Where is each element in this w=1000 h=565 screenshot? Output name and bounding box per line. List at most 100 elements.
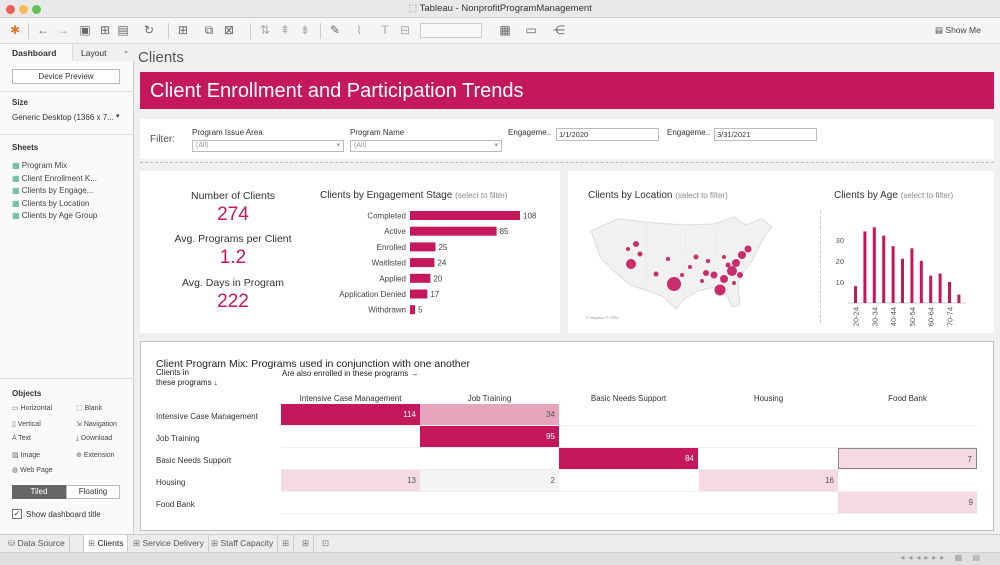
location-bubble[interactable] <box>738 251 746 259</box>
matrix-cell[interactable]: 34 <box>420 404 559 425</box>
location-bubble[interactable] <box>626 259 636 269</box>
tab-layout[interactable]: Layout ⌄ <box>72 44 134 61</box>
location-bubble[interactable] <box>737 272 743 278</box>
age-bar[interactable] <box>882 235 886 303</box>
engagement-bar[interactable] <box>410 305 416 315</box>
new-story-tab-icon[interactable]: ⊡ <box>318 535 333 552</box>
show-title-checkbox[interactable]: ✓ <box>12 509 22 519</box>
labels-icon[interactable]: T <box>378 23 392 37</box>
pause-updates-icon[interactable]: ▤ <box>116 23 130 37</box>
engagement-bar[interactable] <box>410 289 428 299</box>
age-bar[interactable] <box>872 227 876 303</box>
engagement-bar[interactable] <box>410 258 435 268</box>
object-item[interactable]: ▯ Vertical <box>12 420 41 428</box>
matrix-cell[interactable]: 95 <box>420 426 559 447</box>
new-worksheet-tab-icon[interactable]: ⊞ <box>278 535 295 552</box>
fit-dropdown[interactable] <box>420 23 482 38</box>
location-bubble[interactable] <box>700 279 704 283</box>
us-location-map[interactable]: © Mapbox © OSM <box>586 209 786 321</box>
location-bubble[interactable] <box>653 271 659 277</box>
engagement-bar[interactable] <box>410 211 520 220</box>
tab-service-delivery[interactable]: ⊞ Service Delivery <box>129 535 209 552</box>
sheet-item[interactable]: ▦ Clients by Engage... <box>12 186 93 195</box>
tab-clients[interactable]: ⊞ Clients <box>83 535 129 552</box>
tab-navigation-icons[interactable]: ◂◂◂▸▸▸ ▦ ▤ <box>900 553 984 562</box>
age-bar[interactable] <box>929 275 933 303</box>
object-item[interactable]: A Text <box>12 435 31 442</box>
engagement-end-input[interactable]: 3/31/2021 <box>714 128 817 141</box>
age-bar[interactable] <box>938 273 942 303</box>
matrix-cell[interactable]: 13 <box>281 470 420 491</box>
age-bar[interactable] <box>919 260 923 303</box>
sheet-item[interactable]: ▦ Program Mix <box>12 161 67 170</box>
location-bubble[interactable] <box>710 271 718 279</box>
engagement-bar[interactable] <box>410 226 497 236</box>
age-bar[interactable] <box>948 281 951 303</box>
location-bubble[interactable] <box>703 270 709 276</box>
location-bubble[interactable] <box>680 273 684 277</box>
floating-button[interactable]: Floating <box>66 485 120 499</box>
program-name-dropdown[interactable]: (All) ▾ <box>350 140 502 152</box>
forward-icon[interactable]: → <box>56 23 70 37</box>
tab-dashboard[interactable]: Dashboard <box>12 48 56 58</box>
object-item[interactable]: ◍ Web Page <box>12 466 53 474</box>
sheet-item[interactable]: ▦ Clients by Age Group <box>12 211 97 220</box>
age-bar[interactable] <box>957 294 961 303</box>
location-bubble[interactable] <box>714 284 726 296</box>
object-item[interactable]: ⬚ Blank <box>76 404 102 412</box>
matrix-cell[interactable]: 2 <box>420 470 559 491</box>
engagement-bar[interactable] <box>410 242 436 252</box>
presentation-icon[interactable]: ▭ <box>524 23 538 37</box>
fix-axes-icon[interactable]: ⊟ <box>398 23 412 37</box>
matrix-cell[interactable]: 9 <box>838 492 977 513</box>
new-worksheet-icon[interactable]: ⊞ <box>176 23 190 37</box>
clear-sheet-icon[interactable]: ⊠ <box>222 23 236 37</box>
age-bar[interactable] <box>891 246 895 303</box>
location-bubble[interactable] <box>732 281 736 285</box>
age-bar[interactable] <box>854 286 857 303</box>
issue-area-dropdown[interactable]: (All) ▾ <box>192 140 344 152</box>
location-bubble[interactable] <box>725 262 731 268</box>
matrix-cell[interactable]: 16 <box>699 470 838 491</box>
location-bubble[interactable] <box>688 265 692 269</box>
new-data-source-icon[interactable]: ⊞ <box>98 23 112 37</box>
location-bubble[interactable] <box>732 259 740 267</box>
location-bubble[interactable] <box>667 277 681 291</box>
tab-staff-capacity[interactable]: ⊞ Staff Capacity <box>207 535 279 552</box>
sheet-item[interactable]: ▦ Clients by Location <box>12 199 89 208</box>
engagement-start-input[interactable]: 1/1/2020 <box>556 128 659 141</box>
object-item[interactable]: ⤓ Download <box>76 435 112 443</box>
age-group-chart[interactable]: 10 20 30 20-24 30-34 40-44 50-54 60-64 70-74 <box>830 207 980 329</box>
location-bubble[interactable] <box>633 241 639 247</box>
matrix-cell[interactable]: 7 <box>838 448 977 469</box>
highlight-icon[interactable]: ✎ <box>328 23 342 37</box>
duplicate-icon[interactable]: ⧉ <box>202 23 216 37</box>
object-item[interactable]: ⊕ Extension <box>76 451 115 459</box>
save-icon[interactable]: ▣ <box>78 23 92 37</box>
location-bubble[interactable] <box>727 266 737 276</box>
group-icon[interactable]: ⌇ <box>352 23 366 37</box>
device-preview-button[interactable]: Device Preview <box>12 69 120 84</box>
engagement-stage-chart[interactable]: Completed 108 Active 85 Enrolled 25 Waitlisted… <box>320 207 540 325</box>
location-bubble[interactable] <box>626 247 630 251</box>
matrix-cell[interactable]: 114 <box>281 404 420 425</box>
show-me-button[interactable]: ▤ Show Me <box>935 25 981 36</box>
back-icon[interactable]: ← <box>36 23 50 37</box>
size-dropdown[interactable]: Generic Desktop (1366 x 7... <box>12 113 114 122</box>
location-bubble[interactable] <box>722 255 726 259</box>
location-bubble[interactable] <box>706 259 710 263</box>
object-item[interactable]: ▨ Image <box>12 451 40 459</box>
location-bubble[interactable] <box>720 275 728 283</box>
tiled-button[interactable]: Tiled <box>12 485 66 499</box>
location-bubble[interactable] <box>693 254 699 260</box>
sort-desc-icon[interactable]: ⇟ <box>298 23 312 37</box>
tableau-logo-icon[interactable]: ✱ <box>8 23 22 37</box>
sheet-item[interactable]: ▦ Client Enrollment K... <box>12 174 97 183</box>
object-item[interactable]: ▭ Horizontal <box>12 404 52 412</box>
matrix-cell[interactable]: 84 <box>559 448 698 469</box>
new-dashboard-tab-icon[interactable]: ⊞ <box>298 535 315 552</box>
age-bar[interactable] <box>863 231 867 303</box>
share-icon[interactable]: ⋲ <box>552 23 566 37</box>
sort-asc-icon[interactable]: ⇞ <box>278 23 292 37</box>
age-bar[interactable] <box>910 248 914 303</box>
